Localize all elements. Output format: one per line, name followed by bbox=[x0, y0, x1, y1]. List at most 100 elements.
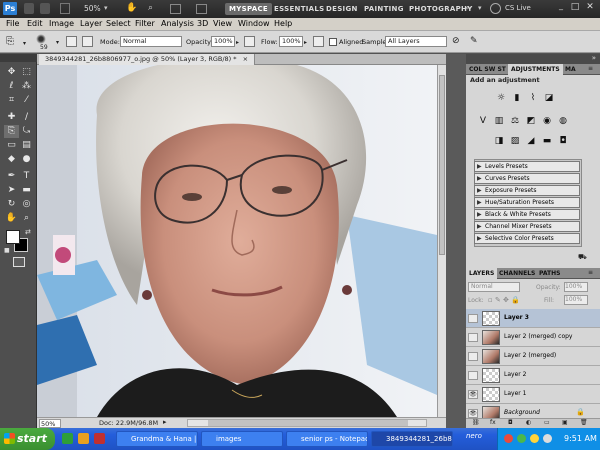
volume-icon[interactable] bbox=[543, 434, 552, 443]
quick-launch-icon[interactable] bbox=[94, 433, 105, 444]
gradient-map-icon[interactable]: ▬ bbox=[542, 136, 552, 146]
dodge-tool-icon[interactable]: ● bbox=[19, 153, 34, 166]
tab-adjustments[interactable]: ADJUSTMENTS bbox=[508, 64, 563, 75]
photo-filter-icon[interactable]: ◉ bbox=[542, 116, 552, 126]
menu-select[interactable]: Select bbox=[106, 19, 131, 28]
clock[interactable]: 9:51 AM bbox=[564, 434, 597, 443]
lock-pixels-icon[interactable]: ▫ ✎ ✥ 🔒 bbox=[488, 296, 520, 304]
clone-source-panel-icon[interactable] bbox=[82, 36, 93, 47]
posterize-icon[interactable]: ▨ bbox=[510, 136, 520, 146]
layer-style-icon[interactable]: fx bbox=[490, 419, 496, 426]
preset-hue-saturation[interactable]: ▶ Hue/Saturation Presets bbox=[474, 197, 580, 208]
curves-icon[interactable]: ⌇ bbox=[528, 93, 538, 103]
zoom-tool-icon[interactable]: ⌕ bbox=[19, 212, 34, 225]
fill-input[interactable]: 100% bbox=[564, 295, 588, 305]
clone-stamp-tool-icon[interactable]: ⎘ bbox=[6, 36, 20, 48]
sample-select[interactable]: All Layers bbox=[385, 36, 447, 47]
history-brush-tool-icon[interactable]: ⤿ bbox=[19, 125, 34, 138]
zoom-input[interactable]: 50% bbox=[39, 419, 61, 428]
chevron-down-icon[interactable]: ▾ bbox=[23, 40, 26, 47]
path-selection-tool-icon[interactable]: ➤ bbox=[4, 184, 19, 197]
adjustment-layer-icon[interactable]: ◐ bbox=[526, 419, 531, 426]
blend-mode-select[interactable]: Normal bbox=[468, 282, 520, 292]
link-layers-icon[interactable]: ⛓ bbox=[472, 419, 480, 426]
quick-launch-icon[interactable] bbox=[78, 433, 89, 444]
levels-icon[interactable]: ▮ bbox=[512, 93, 522, 103]
eraser-tool-icon[interactable]: ▭ bbox=[4, 139, 19, 152]
workspace-more-icon[interactable]: » bbox=[465, 4, 469, 12]
maximize-button[interactable]: □ bbox=[568, 2, 582, 16]
swap-colors-icon[interactable]: ⇄ bbox=[25, 228, 31, 236]
preset-black-white[interactable]: ▶ Black & White Presets bbox=[474, 209, 580, 220]
foreground-color-swatch[interactable] bbox=[6, 230, 20, 244]
dock-header[interactable]: » bbox=[466, 54, 600, 64]
chevron-right-icon[interactable]: ▸ bbox=[163, 418, 167, 426]
menu-analysis[interactable]: Analysis bbox=[161, 19, 194, 28]
tools-panel-header[interactable] bbox=[0, 54, 37, 62]
brush-preview-icon[interactable] bbox=[36, 34, 46, 44]
hand-tool-icon[interactable]: ✋ bbox=[126, 3, 137, 14]
brightness-contrast-icon[interactable]: ☼ bbox=[496, 93, 506, 103]
chevron-down-icon[interactable]: ▾ bbox=[56, 39, 59, 46]
menu-view[interactable]: View bbox=[213, 19, 232, 28]
visibility-toggle[interactable] bbox=[468, 371, 478, 380]
pen-tool-icon[interactable]: ✒ bbox=[4, 170, 19, 183]
close-icon[interactable]: × bbox=[243, 55, 248, 63]
taskbar-item-photoshop[interactable]: 3849344281_26b8... bbox=[371, 431, 453, 447]
arrange-documents-icon[interactable] bbox=[170, 4, 181, 14]
menu-layer[interactable]: Layer bbox=[80, 19, 102, 28]
delete-layer-icon[interactable]: 🗑 bbox=[580, 419, 588, 426]
menu-window[interactable]: Window bbox=[238, 19, 270, 28]
panel-menu-icon[interactable]: ≡ bbox=[588, 65, 593, 72]
crop-tool-icon[interactable]: ⌗ bbox=[4, 94, 19, 107]
visibility-toggle[interactable] bbox=[468, 314, 478, 323]
layer-row-layer-2-merged[interactable]: Layer 2 (merged) bbox=[466, 347, 600, 366]
workspace-painting[interactable]: PAINTING bbox=[360, 3, 408, 15]
hand-tool-icon[interactable]: ✋ bbox=[4, 212, 19, 225]
marquee-tool-icon[interactable]: ⬚ bbox=[19, 66, 34, 79]
ignore-adjustment-layers-icon[interactable]: ⊘ bbox=[452, 36, 463, 47]
quick-launch-icon[interactable] bbox=[62, 433, 73, 444]
taskbar-item-notepad[interactable]: senior ps - Notepad bbox=[286, 431, 368, 447]
layer-row-layer-3[interactable]: Layer 3 bbox=[466, 309, 600, 328]
workspace-essentials[interactable]: ESSENTIALS bbox=[270, 3, 329, 15]
menu-help[interactable]: Help bbox=[274, 19, 292, 28]
pressure-size-icon[interactable]: ✎ bbox=[470, 36, 481, 47]
menu-file[interactable]: File bbox=[6, 19, 19, 28]
opacity-input[interactable]: 100% bbox=[211, 36, 235, 47]
eyedropper-tool-icon[interactable]: ⁄ bbox=[19, 94, 34, 107]
vibrance-icon[interactable]: V bbox=[478, 116, 488, 126]
panel-menu-icon[interactable]: ≡ bbox=[588, 269, 593, 276]
nero-scout-label[interactable]: nero bbox=[466, 432, 482, 440]
menu-3d[interactable]: 3D bbox=[197, 19, 208, 28]
default-colors-icon[interactable]: ■ bbox=[4, 247, 10, 254]
cs-live-label[interactable]: CS Live bbox=[505, 4, 531, 12]
flow-input[interactable]: 100% bbox=[279, 36, 303, 47]
gradient-tool-icon[interactable]: ▤ bbox=[19, 139, 34, 152]
preset-selective-color[interactable]: ▶ Selective Color Presets bbox=[474, 233, 580, 244]
close-button[interactable]: ✕ bbox=[583, 2, 597, 16]
visibility-toggle[interactable] bbox=[468, 352, 478, 361]
chevron-down-icon[interactable]: ▾ bbox=[104, 4, 108, 12]
healing-brush-tool-icon[interactable]: ✚ bbox=[4, 111, 19, 124]
collapse-icon[interactable]: » bbox=[592, 54, 596, 62]
preset-exposure[interactable]: ▶ Exposure Presets bbox=[474, 185, 580, 196]
vertical-scrollbar[interactable] bbox=[437, 65, 446, 417]
preset-curves[interactable]: ▶ Curves Presets bbox=[474, 173, 580, 184]
screen-mode-icon[interactable] bbox=[196, 4, 207, 14]
tray-icon[interactable] bbox=[504, 434, 513, 443]
type-tool-icon[interactable]: T bbox=[19, 170, 34, 183]
zoom-tool-icon[interactable]: ⌕ bbox=[148, 3, 159, 14]
scrollbar-thumb[interactable] bbox=[439, 75, 445, 255]
brush-panel-icon[interactable] bbox=[66, 36, 77, 47]
airbrush-icon[interactable] bbox=[313, 36, 324, 47]
layer-row-layer-2[interactable]: Layer 2 bbox=[466, 366, 600, 385]
eye-icon[interactable]: 👁 bbox=[468, 390, 478, 399]
layer-row-layer-1[interactable]: 👁 Layer 1 bbox=[466, 385, 600, 404]
pressure-opacity-icon[interactable] bbox=[244, 36, 255, 47]
brush-tool-icon[interactable]: ∕ bbox=[19, 111, 34, 124]
bridge-icon[interactable] bbox=[24, 3, 34, 14]
preset-levels[interactable]: ▶ Levels Presets bbox=[474, 161, 580, 172]
taskbar-item-browser[interactable]: Grandma & Hana | ... bbox=[116, 431, 198, 447]
layer-opacity-input[interactable]: 100% bbox=[564, 282, 588, 292]
